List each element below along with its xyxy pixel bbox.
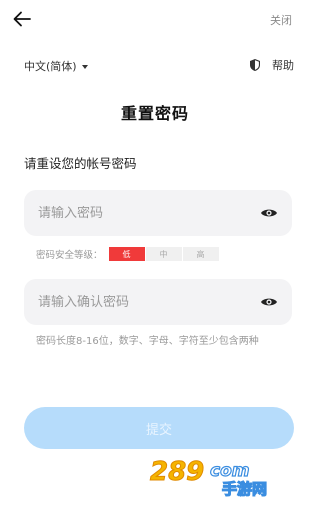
top-bar: 关闭 bbox=[0, 0, 310, 40]
password-field[interactable] bbox=[24, 190, 292, 236]
watermark-number: 289 bbox=[150, 457, 204, 487]
page-subtitle: 请重设您的帐号密码 bbox=[24, 156, 137, 171]
watermark-text: 手游网 bbox=[222, 480, 267, 498]
page-title: 重置密码 bbox=[120, 104, 189, 123]
caret-down-icon bbox=[81, 64, 88, 69]
strength-level-high: 高 bbox=[182, 247, 219, 261]
strength-level-medium: 中 bbox=[145, 247, 182, 261]
password-rule-hint: 密码长度8-16位，数字、字母、字符至少包含两种 bbox=[36, 336, 259, 347]
strength-level-low: 低 bbox=[108, 247, 145, 261]
password-input[interactable] bbox=[38, 205, 260, 221]
eye-icon[interactable] bbox=[260, 296, 278, 308]
watermark-logo: 289 com 手游网 bbox=[150, 457, 268, 499]
back-arrow-icon[interactable] bbox=[10, 8, 34, 30]
watermark-domain: com bbox=[210, 461, 249, 481]
language-selector[interactable]: 中文(简体) bbox=[24, 58, 88, 74]
confirm-password-input[interactable] bbox=[38, 294, 260, 310]
help-label: 帮助 bbox=[272, 59, 294, 72]
language-label: 中文(简体) bbox=[24, 60, 77, 73]
eye-icon[interactable] bbox=[260, 207, 278, 219]
submit-button[interactable]: 提交 bbox=[24, 407, 294, 449]
close-button[interactable]: 关闭 bbox=[270, 12, 292, 28]
confirm-password-field[interactable] bbox=[24, 279, 292, 325]
shield-icon bbox=[250, 59, 260, 71]
password-strength-meter: 密码安全等级： 低 中 高 bbox=[36, 247, 220, 261]
strength-label: 密码安全等级： bbox=[36, 250, 103, 261]
help-button[interactable]: 帮助 bbox=[248, 57, 294, 73]
